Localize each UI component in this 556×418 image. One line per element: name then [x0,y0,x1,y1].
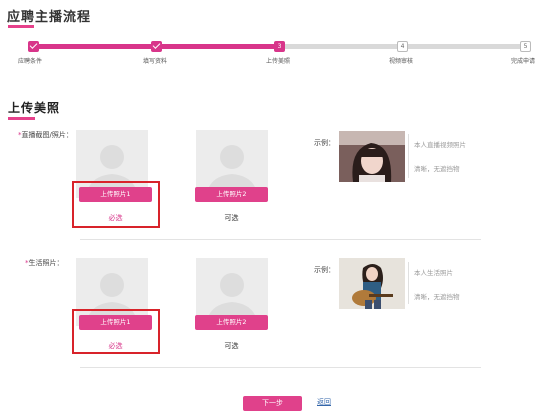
live-photo-2-optional-hint: 可选 [224,214,239,222]
section-divider [80,367,481,368]
life-note-2: 清晰，无遮挡物 [414,293,460,301]
step-5-badge: 5 [520,41,531,52]
life-photo-label-text: 生活照片： [28,259,64,267]
step-3-label: 上传美照 [266,58,291,65]
life-example-label: 示例： [314,266,335,274]
step-5-label: 完成申请 [511,58,536,65]
upload-life-photo-1-button[interactable]: 上传照片1 [79,315,152,330]
live-example-label: 示例： [314,139,335,147]
section-title: 上传美照 [8,101,61,115]
live-photo-label-text: 直播截图/照片： [21,131,73,139]
step-4-label: 视频审核 [389,58,414,65]
live-note-1: 本人直播视频照片 [414,141,466,149]
back-link[interactable]: 返回 [317,397,331,407]
step-1-label: 应聘条件 [18,58,43,65]
section-underline [8,117,35,120]
live-photo-label: *直播截图/照片： [18,130,73,140]
step-2-label: 填写资料 [143,58,168,65]
live-notes-divider [408,134,409,178]
life-note-1: 本人生活照片 [414,269,453,277]
step-2-check-icon [151,41,162,52]
life-photo-label: *生活照片： [25,258,64,268]
upload-life-photo-2-button[interactable]: 上传照片2 [195,315,268,330]
upload-live-photo-1-button[interactable]: 上传照片1 [79,187,152,202]
step-3-badge: 3 [274,41,285,52]
step-1-check-icon [28,41,39,52]
live-example-photo [339,131,405,182]
page-title: 应聘主播流程 [7,10,92,25]
life-example-photo [339,258,405,309]
life-notes-divider [408,262,409,304]
live-photo-1-required-hint: 必选 [108,214,123,222]
next-step-button[interactable]: 下一步 [243,396,302,411]
title-underline [8,25,34,28]
step-4-badge: 4 [397,41,408,52]
section-divider [80,239,481,240]
live-note-2: 清晰，无遮挡物 [414,165,460,173]
upload-live-photo-2-button[interactable]: 上传照片2 [195,187,268,202]
life-photo-1-required-hint: 必选 [108,342,123,350]
life-photo-2-optional-hint: 可选 [224,342,239,350]
